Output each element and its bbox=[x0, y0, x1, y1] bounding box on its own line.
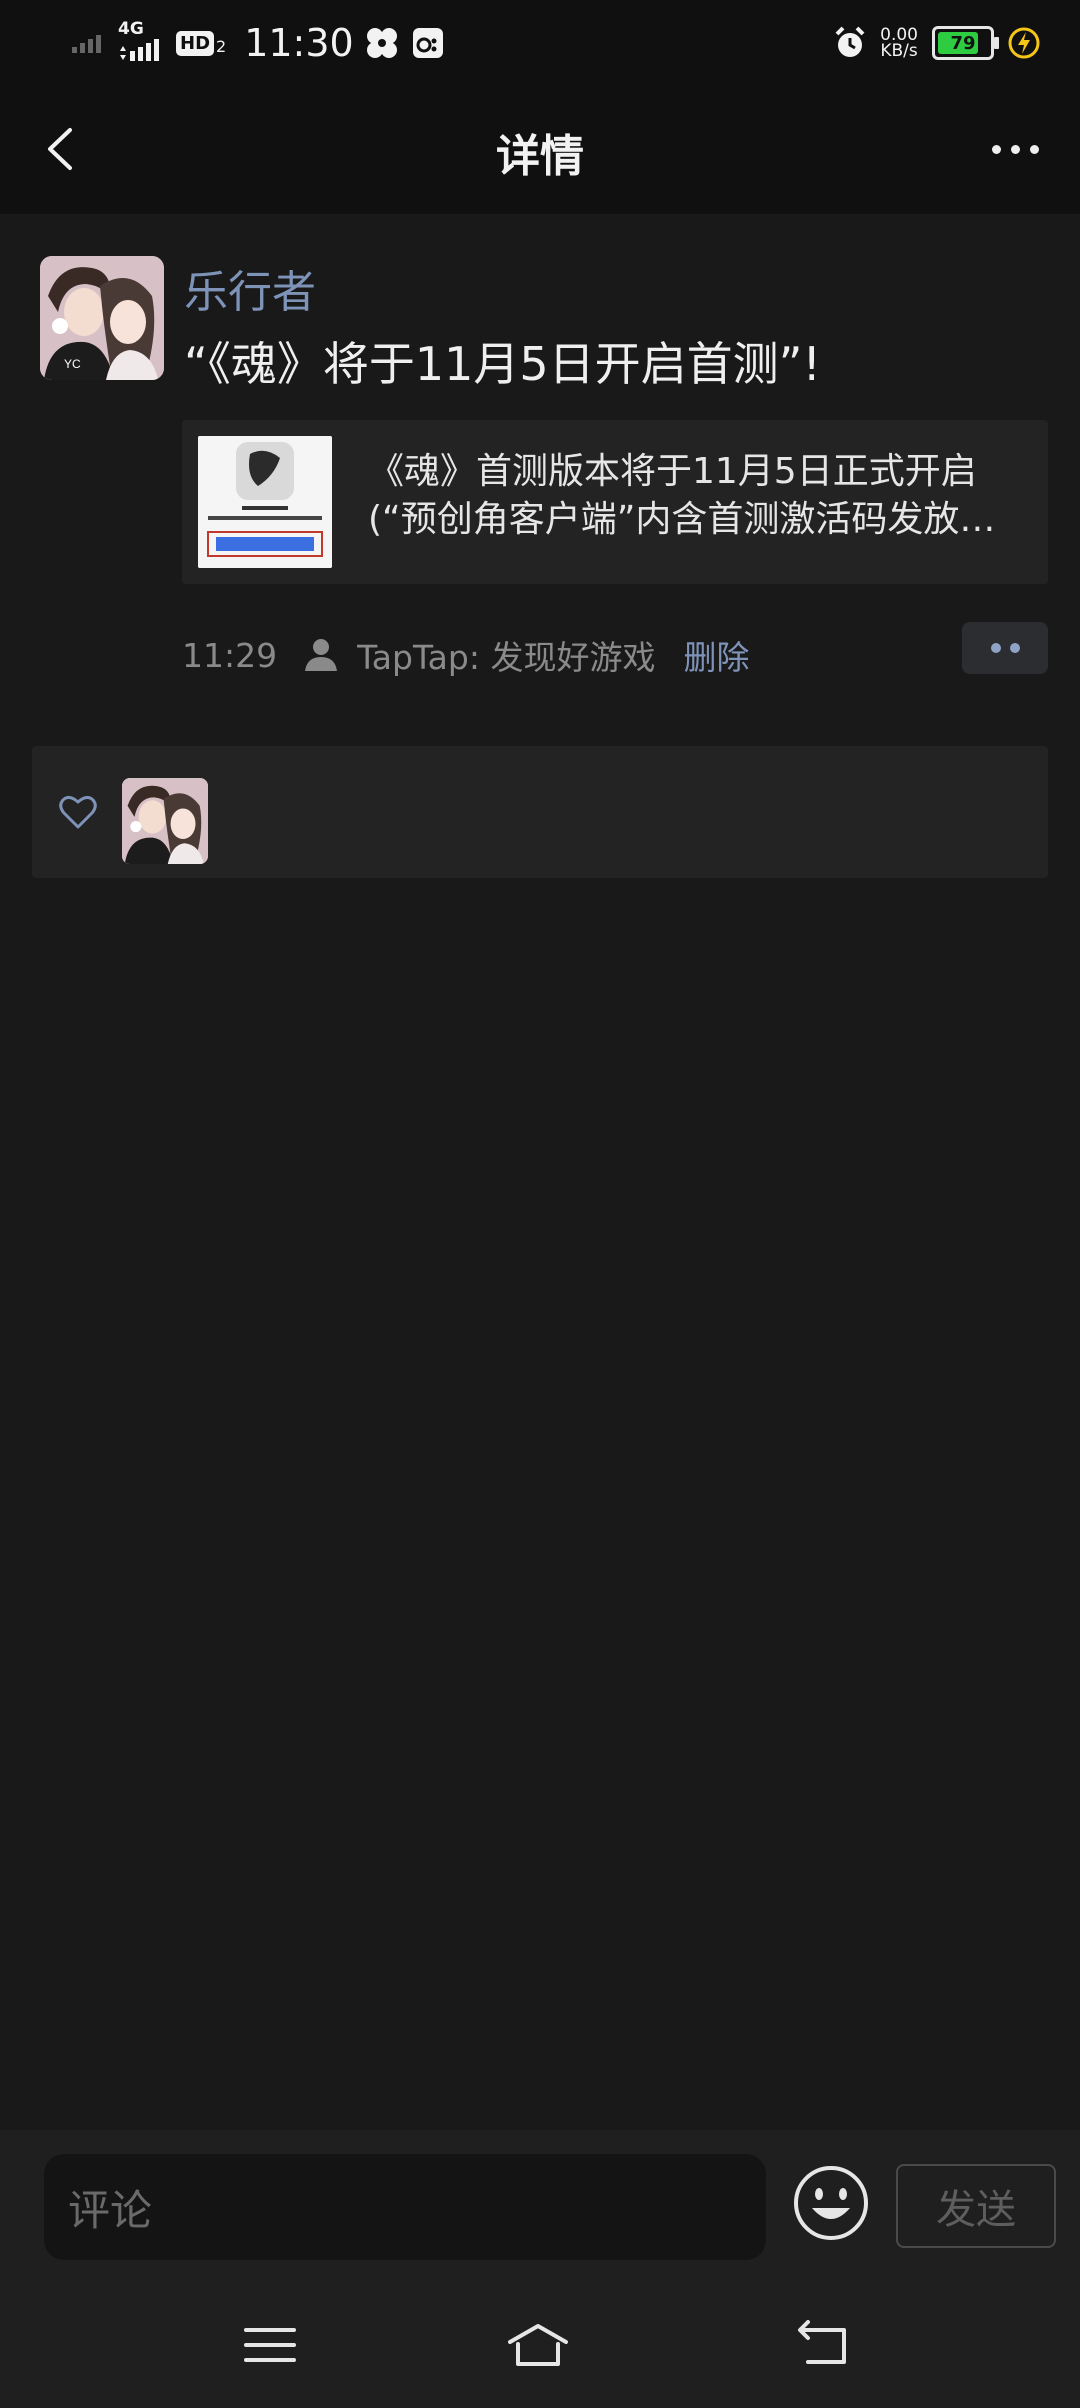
menu-icon[interactable] bbox=[240, 2320, 300, 2370]
post-meta: 11:29 TapTap: 发现好游戏 删除 bbox=[182, 630, 749, 680]
smiley-icon[interactable] bbox=[792, 2164, 870, 2242]
send-button[interactable]: 发送 bbox=[896, 2164, 1056, 2248]
battery-tip bbox=[994, 37, 999, 49]
post-text: “《魂》将于11月5日开启首测”! bbox=[184, 337, 821, 391]
battery-icon: 79 bbox=[932, 26, 999, 60]
post-time: 11:29 bbox=[182, 635, 278, 675]
navigation-bar bbox=[0, 2280, 1080, 2408]
shared-link-title: 《魂》首测版本将于11月5日正式开启 (“预创角客户端”内含首测激活码发放… bbox=[368, 451, 996, 540]
header: 详情 bbox=[0, 84, 1080, 214]
status-left: 4G HD 2 11:30 bbox=[70, 18, 446, 68]
comment-input[interactable]: 评论 bbox=[44, 2154, 766, 2260]
hd-voice-icon: HD 2 bbox=[176, 30, 226, 56]
fan-icon bbox=[366, 28, 397, 58]
post-source[interactable]: TapTap: 发现好游戏 bbox=[357, 631, 655, 679]
more-button[interactable] bbox=[980, 114, 1050, 184]
user-icon bbox=[305, 639, 338, 671]
delete-link[interactable]: 删除 bbox=[683, 631, 749, 679]
status-time: 11:30 bbox=[244, 21, 354, 65]
avatar[interactable]: YC bbox=[40, 256, 164, 380]
status-bar: 4G HD 2 11:30 0.00 KB/s 79 bbox=[0, 0, 1080, 84]
liker-avatar[interactable] bbox=[122, 778, 208, 864]
shared-link-card[interactable]: 《魂》首测版本将于11月5日正式开启 (“预创角客户端”内含首测激活码发放… bbox=[182, 420, 1048, 584]
author-name[interactable]: 乐行者 bbox=[184, 256, 316, 320]
likes-section bbox=[32, 746, 1048, 878]
shared-link-thumbnail bbox=[198, 436, 332, 568]
comment-like-menu-button[interactable] bbox=[962, 622, 1048, 674]
status-right: 0.00 KB/s 79 bbox=[834, 18, 1040, 68]
home-icon[interactable] bbox=[506, 2320, 570, 2370]
more-horizontal-icon bbox=[991, 144, 1001, 154]
signal-icon bbox=[72, 35, 101, 53]
signal-4g-icon: 4G bbox=[116, 19, 166, 65]
charging-icon bbox=[1008, 27, 1040, 59]
network-speed: 0.00 KB/s bbox=[880, 25, 918, 61]
comment-bar: 评论 发送 bbox=[0, 2130, 1080, 2280]
heart-icon bbox=[59, 795, 97, 829]
gamepad-icon bbox=[412, 28, 443, 58]
battery-level: 79 bbox=[950, 32, 976, 54]
back-icon[interactable] bbox=[794, 2320, 854, 2370]
page-title: 详情 bbox=[496, 131, 584, 182]
svg-text:YC: YC bbox=[64, 357, 81, 371]
alarm-icon bbox=[835, 26, 865, 57]
